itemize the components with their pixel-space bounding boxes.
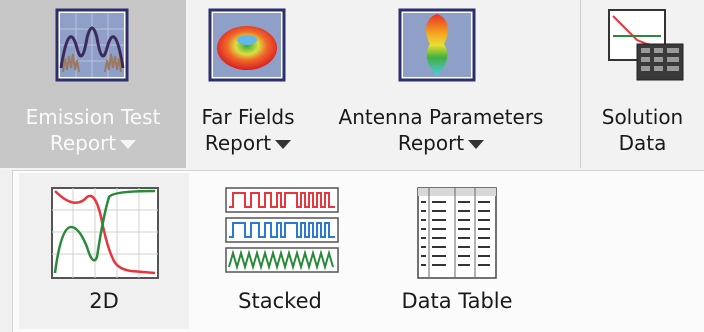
2d-plot-icon bbox=[51, 187, 159, 279]
menu-item-data-table[interactable]: Data Table bbox=[371, 173, 543, 329]
far-fields-report-label: Far Fields Report bbox=[201, 105, 295, 155]
menu-item-data-table-label: Data Table bbox=[401, 289, 513, 313]
report-type-dropdown: 2D Stacked Data Table bbox=[12, 170, 704, 332]
solution-data-icon bbox=[608, 9, 684, 81]
ribbon-toolbar: Emission Test Report Far Fields Report A… bbox=[0, 0, 704, 170]
stacked-plot-icon bbox=[225, 187, 339, 273]
solution-data-label: Solution Data bbox=[601, 105, 684, 155]
antenna-parameters-report-label: Antenna Parameters Report bbox=[338, 105, 544, 155]
data-table-icon bbox=[417, 187, 497, 279]
chevron-down-icon bbox=[120, 140, 137, 149]
menu-item-2d[interactable]: 2D bbox=[19, 173, 189, 329]
emission-chart-icon bbox=[55, 8, 129, 82]
emission-test-report-label: Emission Test Report bbox=[25, 105, 161, 155]
far-fields-report-button[interactable]: Far Fields Report bbox=[188, 0, 308, 168]
antenna-parameters-report-button[interactable]: Antenna Parameters Report bbox=[310, 0, 572, 168]
solution-data-button[interactable]: Solution Data bbox=[580, 0, 704, 168]
chevron-down-icon bbox=[468, 140, 485, 149]
menu-item-2d-label: 2D bbox=[89, 289, 119, 313]
menu-item-stacked-label: Stacked bbox=[238, 289, 322, 313]
emission-test-report-button[interactable]: Emission Test Report bbox=[0, 0, 186, 168]
menu-item-stacked[interactable]: Stacked bbox=[193, 173, 367, 329]
chevron-down-icon bbox=[275, 140, 292, 149]
antenna-pattern-icon bbox=[398, 8, 476, 82]
far-field-3d-icon bbox=[208, 8, 286, 82]
